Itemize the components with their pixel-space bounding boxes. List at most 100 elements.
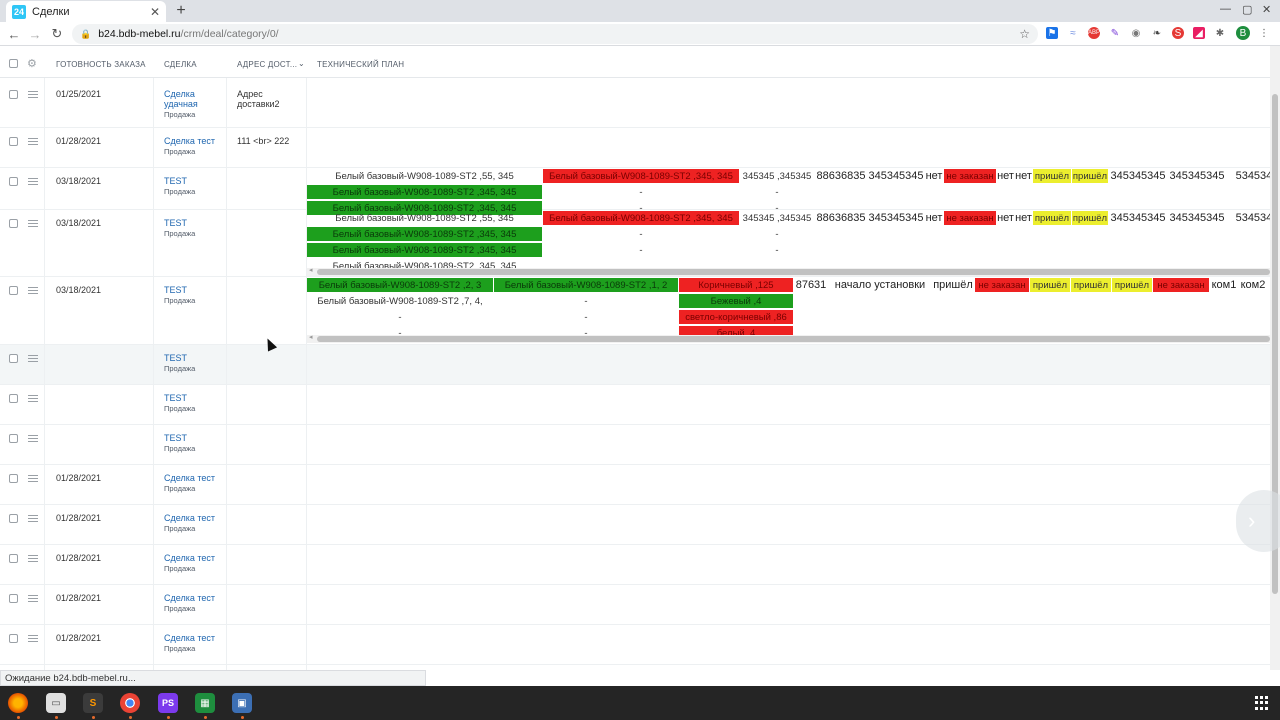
tech-plan-cell: нет — [925, 170, 943, 182]
deal-title-link[interactable]: Сделка тест — [164, 593, 226, 603]
deal-title-link[interactable]: Сделка тест — [164, 136, 226, 146]
deal-title-link[interactable]: Сделка удачная — [164, 89, 226, 109]
deal-title-link[interactable]: Сделка тест — [164, 633, 226, 643]
row-checkbox[interactable] — [9, 434, 18, 443]
deal-title-link[interactable]: TEST — [164, 218, 226, 228]
spreadsheet-icon[interactable]: ▦ — [195, 693, 215, 713]
new-tab-button[interactable]: + — [172, 1, 190, 21]
table-row[interactable]: 01/28/2021 Сделка тест Продажа — [0, 625, 1270, 665]
table-row[interactable]: TEST Продажа — [0, 425, 1270, 465]
deal-title-link[interactable]: Сделка тест — [164, 513, 226, 523]
forward-arrow-icon[interactable]: → — [26, 25, 44, 43]
deal-title-link[interactable]: Сделка тест — [164, 553, 226, 563]
screenshot-tool-icon[interactable]: ▣ — [232, 693, 252, 713]
page-vertical-scrollbar[interactable] — [1270, 46, 1280, 670]
tech-plan-scrollbar-thumb[interactable] — [317, 269, 1270, 275]
back-arrow-icon[interactable]: ← — [5, 25, 23, 43]
row-checkbox[interactable] — [9, 286, 18, 295]
scroll-left-arrow-icon[interactable]: ◂ — [309, 333, 313, 341]
table-row[interactable]: TEST Продажа — [0, 345, 1270, 385]
tech-plan-table: Белый базовый-W908-1089-ST2 ,55, 345 Белы… — [307, 210, 1270, 268]
row-checkbox[interactable] — [9, 177, 18, 186]
running-indicator — [129, 716, 132, 719]
row-menu-icon[interactable] — [28, 178, 38, 185]
row-checkbox[interactable] — [9, 474, 18, 483]
firefox-icon[interactable] — [8, 693, 28, 713]
row-menu-icon[interactable] — [28, 595, 38, 602]
row-checkbox[interactable] — [9, 594, 18, 603]
browser-menu-icon[interactable]: ⋮ — [1258, 27, 1270, 39]
browser-tab[interactable]: 24 Сделки ✕ — [6, 1, 166, 22]
maximize-icon[interactable]: ▢ — [1242, 3, 1252, 16]
header-tech-plan[interactable]: ТЕХНИЧЕСКИЙ ПЛАН — [317, 60, 404, 69]
row-menu-icon[interactable] — [28, 515, 38, 522]
row-menu-icon[interactable] — [28, 220, 38, 227]
chrome-icon[interactable] — [120, 693, 140, 713]
row-menu-icon[interactable] — [28, 555, 38, 562]
header-deal[interactable]: СДЕЛКА — [164, 60, 197, 69]
minimize-icon[interactable]: — — [1220, 3, 1231, 15]
close-tab-icon[interactable]: ✕ — [150, 5, 160, 19]
select-all-checkbox[interactable] — [9, 59, 18, 68]
row-menu-icon[interactable] — [28, 287, 38, 294]
bookmark-star-icon[interactable]: ☆ — [1019, 27, 1030, 41]
table-row[interactable]: 01/28/2021 Сделка тест Продажа — [0, 465, 1270, 505]
extension-s-icon[interactable]: S — [1172, 27, 1184, 39]
tech-plan-cell: 5345345 — [1235, 212, 1270, 224]
reload-icon[interactable]: ↻ — [48, 25, 66, 43]
deal-title-link[interactable]: TEST — [164, 176, 226, 186]
table-row[interactable]: 01/28/2021 Сделка тест Продажа 111 <br> 222 — [0, 128, 1270, 168]
row-checkbox[interactable] — [9, 219, 18, 228]
table-row[interactable]: 01/28/2021 Сделка тест Продажа — [0, 545, 1270, 585]
table-row[interactable]: 01/25/2021 Сделка удачная Продажа Адрес дос… — [0, 81, 1270, 128]
extension-leaf-icon[interactable]: ❧ — [1151, 27, 1163, 39]
row-menu-icon[interactable] — [28, 91, 38, 98]
extension-flag-icon[interactable]: ⚑ — [1046, 27, 1058, 39]
close-window-icon[interactable]: ✕ — [1262, 3, 1271, 16]
table-row[interactable]: TEST Продажа — [0, 385, 1270, 425]
tech-plan-cell: 88636835 — [816, 212, 866, 224]
address-bar[interactable]: 🔒 b24.bdb-mebel.ru /crm/deal/category/0/… — [72, 24, 1038, 44]
row-menu-icon[interactable] — [28, 635, 38, 642]
row-checkbox[interactable] — [9, 634, 18, 643]
running-indicator — [17, 716, 20, 719]
row-menu-icon[interactable] — [28, 475, 38, 482]
scroll-left-arrow-icon[interactable]: ◂ — [309, 266, 313, 274]
phpstorm-icon[interactable]: PS — [158, 693, 178, 713]
row-menu-icon[interactable] — [28, 355, 38, 362]
row-checkbox[interactable] — [9, 137, 18, 146]
profile-avatar-icon[interactable]: B — [1236, 26, 1250, 40]
extension-square-icon[interactable]: ◢ — [1193, 27, 1205, 39]
tech-plan-cell: Белый базовый-W908-1089-ST2 ,345, 345 — [332, 260, 517, 269]
camera-icon[interactable]: ◉ — [1130, 27, 1142, 39]
row-menu-icon[interactable] — [28, 138, 38, 145]
row-menu-icon[interactable] — [28, 395, 38, 402]
row-checkbox[interactable] — [9, 394, 18, 403]
row-checkbox[interactable] — [9, 514, 18, 523]
adblock-icon[interactable]: ABP — [1088, 27, 1100, 39]
extensions-puzzle-icon[interactable]: ✱ — [1214, 27, 1226, 39]
table-row[interactable]: 01/28/2021 Сделка тест Продажа — [0, 585, 1270, 625]
row-menu-icon[interactable] — [28, 435, 38, 442]
row-checkbox[interactable] — [9, 90, 18, 99]
deal-title-link[interactable]: TEST — [164, 393, 226, 403]
row-checkbox[interactable] — [9, 354, 18, 363]
chevron-down-icon[interactable]: ⌄ — [298, 59, 305, 68]
extension-wave-icon[interactable]: ≈ — [1067, 27, 1079, 39]
grid-settings-gear-icon[interactable]: ⚙ — [27, 57, 37, 70]
files-icon[interactable]: ▭ — [46, 693, 66, 713]
deal-title-link[interactable]: Сделка тест — [164, 473, 226, 483]
deal-title-link[interactable]: TEST — [164, 433, 226, 443]
row-checkbox[interactable] — [9, 554, 18, 563]
deal-title-link[interactable]: TEST — [164, 353, 226, 363]
header-delivery-address[interactable]: АДРЕС ДОСТ... — [237, 60, 297, 69]
next-page-arrow-icon[interactable]: › — [1236, 490, 1280, 552]
tech-plan-scrollbar-thumb[interactable] — [317, 336, 1270, 342]
header-order-readiness[interactable]: ГОТОВНОСТЬ ЗАКАЗА — [56, 60, 146, 69]
sublime-text-icon[interactable]: S — [83, 693, 103, 713]
app-grid-icon[interactable] — [1255, 696, 1269, 710]
tech-plan-cell: не заказан — [944, 169, 996, 183]
extension-pen-icon[interactable]: ✎ — [1109, 27, 1121, 39]
deal-title-link[interactable]: TEST — [164, 285, 226, 295]
table-row[interactable]: 01/28/2021 Сделка тест Продажа — [0, 505, 1270, 545]
